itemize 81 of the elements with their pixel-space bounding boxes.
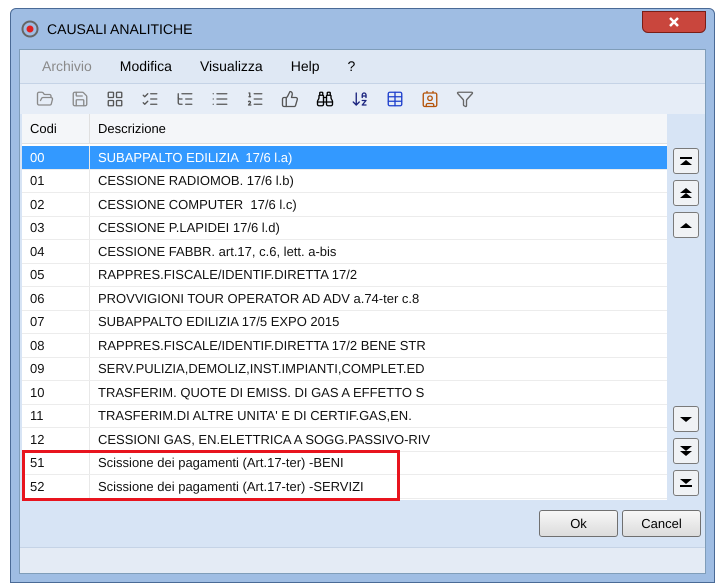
table-cell: 52: [22, 475, 90, 498]
window-title: CAUSALI ANALITICHE: [47, 20, 192, 38]
table-cell: 03: [22, 216, 90, 239]
table-cell-text: CESSIONE P.LAPIDEI 17/6 l.d): [97, 219, 281, 237]
menu-item[interactable]: Modifica: [120, 56, 172, 77]
table-cell: 12: [22, 428, 90, 450]
table-cell: 08: [22, 334, 90, 356]
table-row[interactable]: 12 CESSIONI GAS, EN.ELETTRICA A SOGG.PASSIVO-RIV: [22, 428, 667, 452]
table-row[interactable]: 01 CESSIONE RADIOMOB. 17/6 l.b): [22, 170, 667, 193]
triangle-up-bar-icon: [680, 157, 692, 165]
triangle-up-icon: [680, 188, 692, 198]
triangle-up-icon: [680, 222, 692, 228]
triangle-down-icon: [680, 416, 692, 422]
table-cell-text: Scissione dei pagamenti (Art.17-ter) -BENI: [97, 454, 345, 472]
column-header[interactable]: Codi: [22, 114, 90, 143]
page-down-button[interactable]: [673, 438, 699, 464]
table-icon[interactable]: [386, 90, 404, 108]
table-cell: 06: [22, 287, 90, 310]
scroll-down-button[interactable]: [673, 406, 699, 432]
list-icon[interactable]: [176, 90, 194, 108]
table-row[interactable]: 08 RAPPRES.FISCALE/IDENTIF.DIRETTA 17/2 BENE STR: [22, 334, 667, 358]
scroll-up-button[interactable]: [673, 212, 699, 238]
grid-icon[interactable]: [106, 90, 124, 108]
column-header[interactable]: Descrizione: [90, 114, 667, 143]
binoculars-icon[interactable]: [316, 90, 334, 108]
table-row[interactable]: 06 PROVVIGIONI TOUR OPERATOR AD ADV a.74-ter c.8: [22, 287, 667, 310]
table-cell-text: SUBAPPALTO EDILIZIA 17/5 EXPO 2015: [97, 313, 340, 331]
table-cell-text: TRASFERIM. QUOTE DI EMISS. DI GAS A EFFETTO S: [97, 384, 426, 402]
dialog-button[interactable]: Ok: [539, 510, 618, 537]
table-row[interactable]: 04 CESSIONE FABBR. art.17, c.6, lett. a-bis: [22, 240, 667, 264]
scroll-top-button[interactable]: [673, 148, 699, 174]
table-cell: 01: [22, 170, 90, 192]
table-cell: 05: [22, 264, 90, 286]
numbered-list-icon[interactable]: [246, 90, 264, 108]
table-cell-text: CESSIONI GAS, EN.ELETTRICA A SOGG.PASSIVO-RIV: [97, 430, 432, 448]
table-cell: 04: [22, 240, 90, 262]
table-row[interactable]: 05 RAPPRES.FISCALE/IDENTIF.DIRETTA 17/2: [22, 264, 667, 287]
table-row[interactable]: 10 TRASFERIM. QUOTE DI EMISS. DI GAS A EFFETTO S: [22, 381, 667, 404]
dialog-button[interactable]: Cancel: [622, 510, 701, 537]
page-up-button[interactable]: [673, 180, 699, 206]
table-cell-text: CESSIONE FABBR. art.17, c.6, lett. a-bis: [97, 242, 338, 260]
save-icon[interactable]: [71, 90, 89, 108]
close-button[interactable]: [642, 11, 706, 33]
table-cell-text: RAPPRES.FISCALE/IDENTIF.DIRETTA 17/2 BENE STR: [97, 336, 427, 354]
table-cell-text: Scissione dei pagamenti (Art.17-ter) -SERVIZI: [97, 478, 365, 496]
table-row[interactable]: 02 CESSIONE COMPUTER 17/6 l.c): [22, 193, 667, 216]
table-cell-text: TRASFERIM.DI ALTRE UNITA' E DI CERTIF.GAS,EN.: [97, 407, 413, 425]
table-cell-text: SUBAPPALTO EDILIZIA 17/6 l.a): [97, 148, 294, 167]
triangle-down-icon: [680, 446, 692, 456]
sort-icon[interactable]: [351, 90, 369, 108]
table-cell: 51: [22, 452, 90, 474]
table-cell-text: PROVVIGIONI TOUR OPERATOR AD ADV a.74-ter c.8: [97, 290, 420, 308]
table-cell: 07: [22, 310, 90, 333]
table-row[interactable]: 09 SERV.PULIZIA,DEMOLIZ,INST.IMPIANTI,COMPLET.ED: [22, 358, 667, 381]
table-cell-text: CESSIONE RADIOMOB. 17/6 l.b): [97, 172, 295, 190]
table-cell: 00: [22, 146, 90, 168]
table-cell-text: SERV.PULIZIA,DEMOLIZ,INST.IMPIANTI,COMPLET.ED: [97, 360, 426, 378]
folder-icon[interactable]: [36, 90, 54, 108]
table-row[interactable]: 52 Scissione dei pagamenti (Art.17-ter) -SERVIZI: [22, 475, 667, 498]
table-cell: 11: [22, 404, 90, 427]
contact-card-icon[interactable]: [421, 90, 439, 108]
close-icon: [668, 16, 680, 28]
table-row[interactable]: 11 TRASFERIM.DI ALTRE UNITA' E DI CERTIF.GAS,EN.: [22, 404, 667, 428]
table-cell: 09: [22, 358, 90, 380]
list-icon[interactable]: [211, 90, 229, 108]
table-cell-text: CESSIONE COMPUTER 17/6 l.c): [97, 196, 298, 214]
table-row[interactable]: 07 SUBAPPALTO EDILIZIA 17/5 EXPO 2015: [22, 310, 667, 334]
table-cell: 02: [22, 193, 90, 216]
thumbs-up-icon[interactable]: [281, 90, 299, 108]
app-icon: [21, 20, 39, 38]
menu-item[interactable]: Visualizza: [200, 56, 263, 77]
menu-item[interactable]: Help: [290, 56, 320, 77]
table-cell: 10: [22, 381, 90, 404]
menu-item[interactable]: ?: [348, 56, 356, 77]
table-row[interactable]: 51 Scissione dei pagamenti (Art.17-ter) -BENI: [22, 452, 667, 475]
triangle-down-bar-icon: [680, 479, 692, 487]
table-row[interactable]: 03 CESSIONE P.LAPIDEI 17/6 l.d): [22, 216, 667, 240]
scroll-bottom-button[interactable]: [673, 470, 699, 496]
filter-icon[interactable]: [456, 90, 474, 108]
table-cell-text: RAPPRES.FISCALE/IDENTIF.DIRETTA 17/2: [97, 266, 358, 284]
checklist-icon[interactable]: [141, 90, 159, 108]
